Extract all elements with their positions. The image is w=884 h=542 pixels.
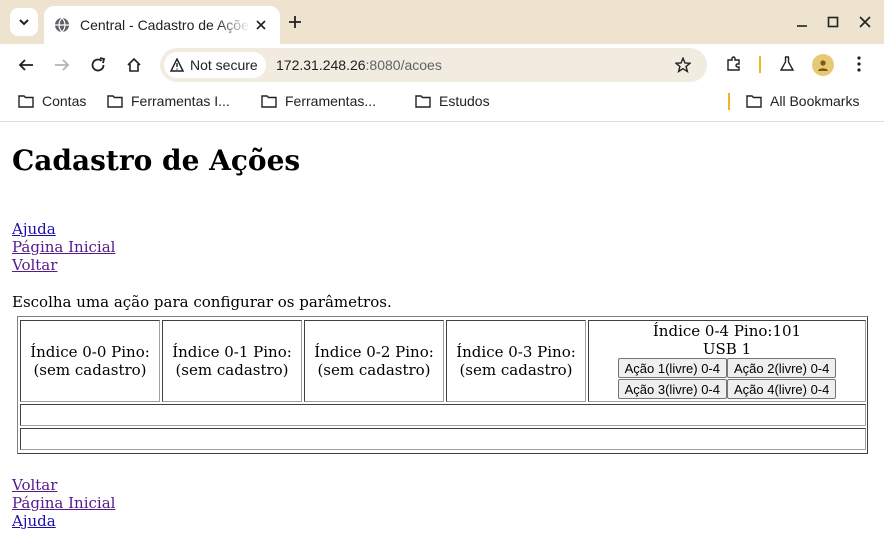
- flask-icon: [779, 56, 795, 71]
- tab-title: Central - Cadastro de Ações: [80, 17, 250, 33]
- forward-button[interactable]: [50, 53, 74, 77]
- toolbar-separator: [759, 56, 761, 73]
- folder-icon: [415, 95, 431, 108]
- action-2-button[interactable]: Ação 2(livre) 0-4: [727, 358, 837, 378]
- back-button[interactable]: [14, 53, 38, 77]
- home-page-link[interactable]: Página Inicial: [12, 238, 115, 256]
- bookmark-label: Ferramentas I...: [131, 93, 230, 109]
- cell-status: (sem cadastro): [317, 361, 431, 379]
- labs-button[interactable]: [776, 53, 798, 75]
- bookmarks-separator: [728, 93, 730, 110]
- star-icon: [675, 57, 691, 73]
- cell-index-label: Índice 0-3 Pino:: [456, 343, 576, 361]
- chevron-down-icon: [19, 19, 29, 26]
- table-empty-row: [20, 428, 866, 450]
- bookmark-label: Ferramentas...: [285, 93, 377, 109]
- home-page-link[interactable]: Página Inicial: [12, 494, 115, 512]
- bookmark-star-button[interactable]: [673, 55, 693, 75]
- url-text: 172.31.248.26:8080/acoes: [276, 57, 442, 73]
- security-chip[interactable]: Not secure: [164, 52, 266, 78]
- cell-index-label: Índice 0-0 Pino:: [30, 343, 150, 361]
- folder-icon: [261, 95, 277, 108]
- cell-device: USB 1: [702, 340, 752, 358]
- action-1-button[interactable]: Ação 1(livre) 0-4: [617, 358, 727, 378]
- bottom-links: Voltar Página Inicial Ajuda: [12, 476, 115, 530]
- cell-index-label: Índice 0-1 Pino:: [172, 343, 292, 361]
- help-link[interactable]: Ajuda: [12, 512, 115, 530]
- action-3-button[interactable]: Ação 3(livre) 0-4: [617, 379, 727, 399]
- globe-icon: [54, 17, 70, 33]
- back-link[interactable]: Voltar: [12, 476, 115, 494]
- bookmark-folder-ferramentas-2[interactable]: Ferramentas...: [261, 93, 376, 109]
- table-cell-index-0-0: Índice 0-0 Pino: (sem cadastro): [20, 320, 160, 402]
- cell-status: (sem cadastro): [459, 361, 573, 379]
- cell-index-label: Índice 0-2 Pino:: [314, 343, 434, 361]
- close-window-button[interactable]: [855, 12, 875, 32]
- actions-table: Índice 0-0 Pino: (sem cadastro) Índice 0…: [17, 316, 868, 454]
- menu-button[interactable]: [848, 53, 870, 75]
- home-icon: [127, 57, 141, 72]
- bookmark-label: Estudos: [439, 93, 490, 109]
- bookmark-label: Contas: [42, 93, 87, 109]
- reload-button[interactable]: [86, 53, 110, 77]
- all-bookmarks-button[interactable]: All Bookmarks: [746, 93, 859, 109]
- extensions-button[interactable]: [723, 53, 745, 75]
- puzzle-icon: [727, 56, 740, 71]
- security-label: Not secure: [190, 57, 258, 73]
- arrow-left-icon: [18, 59, 33, 71]
- profile-avatar[interactable]: [812, 54, 834, 76]
- folder-icon: [18, 95, 34, 108]
- maximize-button[interactable]: [823, 12, 843, 32]
- cell-status: (sem cadastro): [175, 361, 289, 379]
- page-title: Cadastro de Ações: [12, 144, 301, 177]
- maximize-icon: [827, 16, 839, 28]
- bookmark-folder-estudos[interactable]: Estudos: [415, 93, 490, 109]
- table-cell-index-0-2: Índice 0-2 Pino: (sem cadastro): [304, 320, 444, 402]
- minimize-button[interactable]: [792, 12, 812, 32]
- more-vert-icon: [857, 56, 861, 72]
- plus-icon: [289, 16, 301, 28]
- page-content: Cadastro de Ações Ajuda Página Inicial V…: [0, 123, 884, 542]
- person-icon: [818, 60, 828, 71]
- back-link[interactable]: Voltar: [12, 256, 115, 274]
- reload-icon: [91, 57, 106, 72]
- action-buttons-row-2: Ação 3(livre) 0-4 Ação 4(livre) 0-4: [617, 379, 837, 400]
- action-buttons-row-1: Ação 1(livre) 0-4 Ação 2(livre) 0-4: [617, 358, 837, 379]
- minimize-icon: [797, 25, 807, 27]
- all-bookmarks-label: All Bookmarks: [770, 93, 860, 109]
- intro-text: Escolha uma ação para configurar os parâ…: [12, 293, 392, 311]
- folder-icon: [107, 95, 123, 108]
- action-4-button[interactable]: Ação 4(livre) 0-4: [727, 379, 837, 399]
- bookmark-folder-contas[interactable]: Contas: [18, 93, 86, 109]
- active-tab[interactable]: Central - Cadastro de Ações: [44, 6, 280, 44]
- url-path: :8080/acoes: [365, 57, 442, 73]
- home-button[interactable]: [122, 53, 146, 77]
- browser-toolbar: Not secure 172.31.248.26:8080/acoes: [0, 44, 884, 86]
- arrow-right-icon: [55, 59, 70, 71]
- bookmark-folder-ferramentas-1[interactable]: Ferramentas I...: [107, 93, 230, 109]
- table-cell-index-0-3: Índice 0-3 Pino: (sem cadastro): [446, 320, 586, 402]
- cell-index-label: Índice 0-4 Pino:101: [652, 322, 802, 340]
- warning-icon: [170, 58, 184, 72]
- table-empty-row: [20, 404, 866, 426]
- address-bar[interactable]: Not secure 172.31.248.26:8080/acoes: [160, 48, 707, 82]
- bookmarks-bar: Contas Ferramentas I... Ferramentas... E…: [0, 86, 884, 122]
- cell-status: (sem cadastro): [33, 361, 147, 379]
- close-tab-icon[interactable]: [252, 16, 270, 34]
- tab-search-button[interactable]: [10, 8, 38, 36]
- help-link[interactable]: Ajuda: [12, 220, 115, 238]
- close-icon: [859, 16, 871, 28]
- top-links: Ajuda Página Inicial Voltar: [12, 220, 115, 274]
- folder-icon: [746, 95, 762, 108]
- new-tab-button[interactable]: [284, 11, 306, 33]
- tab-strip: Central - Cadastro de Ações: [0, 0, 884, 44]
- table-cell-index-0-4: Índice 0-4 Pino:101 USB 1 Ação 1(livre) …: [588, 320, 866, 402]
- url-host: 172.31.248.26: [276, 57, 366, 73]
- table-cell-index-0-1: Índice 0-1 Pino: (sem cadastro): [162, 320, 302, 402]
